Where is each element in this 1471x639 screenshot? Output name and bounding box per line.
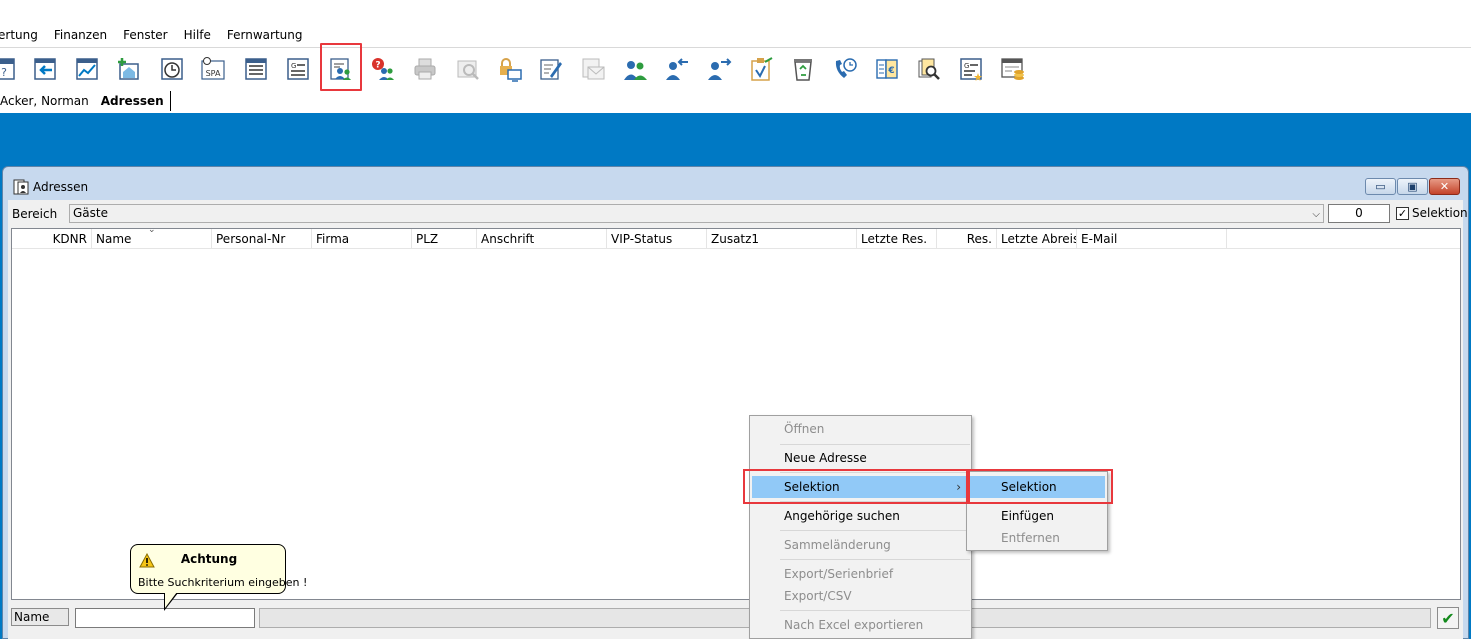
- svg-text:SPA: SPA: [206, 69, 221, 78]
- window-title-text: Adressen: [33, 180, 89, 194]
- import-arrow-icon[interactable]: [31, 55, 59, 83]
- menu-bar: ertung Finanzen Fenster Hilfe Fernwartun…: [0, 25, 1471, 45]
- svg-text:€: €: [887, 66, 894, 76]
- invoice-document-icon[interactable]: G: [284, 55, 312, 83]
- guests-group-icon[interactable]: [621, 55, 649, 83]
- menu-hilfe[interactable]: Hilfe: [176, 25, 219, 45]
- menu-fernwartung[interactable]: Fernwartung: [219, 25, 311, 45]
- col-kdnr[interactable]: KDNR: [12, 229, 92, 249]
- spa-icon[interactable]: SPA: [199, 55, 227, 83]
- document-tabs: Acker, Norman Adressen: [0, 90, 1471, 112]
- file-search-icon[interactable]: [915, 55, 943, 83]
- toolbar-highlight-box: [320, 43, 362, 91]
- menu-separator: [780, 444, 970, 445]
- col-letzte-abreise[interactable]: Letzte Abreise: [997, 229, 1077, 249]
- selektion-checkbox[interactable]: ✓ Selektion: [1396, 206, 1468, 220]
- window-title: Adressen: [13, 179, 88, 195]
- envelope-doc-icon[interactable]: [579, 55, 607, 83]
- menu-item-export-csv[interactable]: Export/CSV: [750, 585, 971, 607]
- bereich-select[interactable]: Gäste ⌵: [69, 204, 1324, 223]
- cashbook-icon[interactable]: €: [873, 55, 901, 83]
- lock-screen-icon[interactable]: [496, 55, 524, 83]
- col-plz[interactable]: PLZ: [412, 229, 477, 249]
- col-name[interactable]: Name: [92, 229, 212, 249]
- recycle-bin-icon[interactable]: [789, 55, 817, 83]
- col-anschrift[interactable]: Anschrift: [477, 229, 607, 249]
- chevron-down-icon: ⌵: [1312, 209, 1320, 220]
- annotation-box-selektion: [743, 469, 970, 504]
- annotation-box-submenu-selektion: [966, 469, 1113, 504]
- submenu-item-entfernen[interactable]: Entfernen: [967, 527, 1107, 549]
- col-zusatz1[interactable]: Zusatz1: [707, 229, 857, 249]
- list-document-icon[interactable]: [242, 55, 270, 83]
- col-email[interactable]: E-Mail: [1077, 229, 1227, 249]
- menu-separator: [780, 559, 970, 560]
- filter-row: Bereich Gäste ⌵ 0 ✓ Selektion: [8, 203, 1468, 224]
- menu-item-export-serienbrief[interactable]: Export/Serienbrief: [750, 563, 971, 585]
- warning-tooltip: Achtung Bitte Suchkriterium eingeben !: [130, 544, 307, 594]
- window-controls: ▭ ▣ ✕: [1365, 178, 1460, 195]
- help-calendar-icon[interactable]: ?: [0, 55, 18, 83]
- departure-person-icon[interactable]: [705, 55, 733, 83]
- print-preview-icon[interactable]: [454, 55, 482, 83]
- close-button[interactable]: ✕: [1429, 178, 1460, 195]
- col-letzte-res[interactable]: Letzte Res.: [857, 229, 937, 249]
- invoice-star-icon[interactable]: G: [957, 55, 985, 83]
- col-vip-status[interactable]: VIP-Status: [607, 229, 707, 249]
- edit-notes-icon[interactable]: [537, 55, 565, 83]
- address-book-icon: [13, 179, 29, 195]
- calculator-coins-icon[interactable]: [999, 55, 1027, 83]
- svg-text:G: G: [291, 62, 296, 70]
- search-row: Name ✔: [8, 605, 1463, 629]
- menu-separator: [0, 47, 1471, 48]
- svg-text:?: ?: [1, 66, 7, 79]
- printer-icon[interactable]: [411, 55, 439, 83]
- search-field-label[interactable]: Name: [11, 608, 69, 626]
- arrival-person-icon[interactable]: [663, 55, 691, 83]
- tooltip-message: Bitte Suchkriterium eingeben !: [138, 576, 308, 589]
- checkmark-green-icon: ✔: [1441, 608, 1455, 628]
- tab-adressen[interactable]: Adressen: [95, 91, 171, 111]
- selektion-checkbox-label: Selektion: [1412, 206, 1468, 220]
- phone-clock-icon[interactable]: [831, 55, 859, 83]
- search-input[interactable]: [75, 608, 255, 628]
- clock-icon[interactable]: [158, 55, 186, 83]
- menu-item-oeffnen[interactable]: Öffnen: [750, 418, 971, 440]
- svg-text:G: G: [964, 62, 969, 70]
- col-res[interactable]: Res.: [937, 229, 997, 249]
- confirm-button[interactable]: ✔: [1437, 607, 1459, 629]
- menu-fenster[interactable]: Fenster: [115, 25, 176, 45]
- grid-header: ⌄ KDNR Name Personal-Nr Firma PLZ Anschr…: [12, 225, 1460, 249]
- tab-acker-norman[interactable]: Acker, Norman: [0, 91, 95, 111]
- chart-line-icon[interactable]: [73, 55, 101, 83]
- close-icon: ✕: [1439, 180, 1450, 193]
- menu-auswertung[interactable]: ertung: [0, 25, 46, 45]
- restore-button[interactable]: ▣: [1397, 178, 1428, 195]
- svg-text:?: ?: [375, 61, 380, 71]
- menu-finanzen[interactable]: Finanzen: [46, 25, 115, 45]
- bereich-value: Gäste: [73, 206, 108, 220]
- context-menu: Öffnen Neue Adresse Selektion › Angehöri…: [749, 415, 972, 639]
- menu-separator: [780, 530, 970, 531]
- col-personal-nr[interactable]: Personal-Nr: [212, 229, 312, 249]
- minimize-button[interactable]: ▭: [1365, 178, 1396, 195]
- tooltip-title: Achtung: [180, 552, 238, 566]
- clipboard-check-icon[interactable]: [747, 55, 775, 83]
- result-count-field[interactable]: 0: [1328, 204, 1390, 223]
- tooltip-tail-fill: [165, 592, 177, 608]
- menu-item-neue-adresse[interactable]: Neue Adresse: [750, 447, 971, 469]
- submenu-item-einfuegen[interactable]: Einfügen: [967, 505, 1107, 527]
- menu-item-excel-export[interactable]: Nach Excel exportieren: [750, 614, 971, 636]
- menu-item-sammelaenderung[interactable]: Sammeländerung: [750, 534, 971, 556]
- restore-icon: ▣: [1407, 180, 1418, 193]
- minimize-icon: ▭: [1375, 180, 1386, 193]
- toolbar: ? SPA G ? € G: [0, 52, 1471, 86]
- add-house-icon[interactable]: [115, 55, 143, 83]
- checkmark-icon: ✓: [1396, 206, 1409, 220]
- menu-separator: [780, 610, 970, 611]
- menu-item-angehoerige-suchen[interactable]: Angehörige suchen: [750, 505, 971, 527]
- col-firma[interactable]: Firma: [312, 229, 412, 249]
- address-help-icon[interactable]: ?: [369, 55, 397, 83]
- bereich-label: Bereich: [12, 207, 58, 221]
